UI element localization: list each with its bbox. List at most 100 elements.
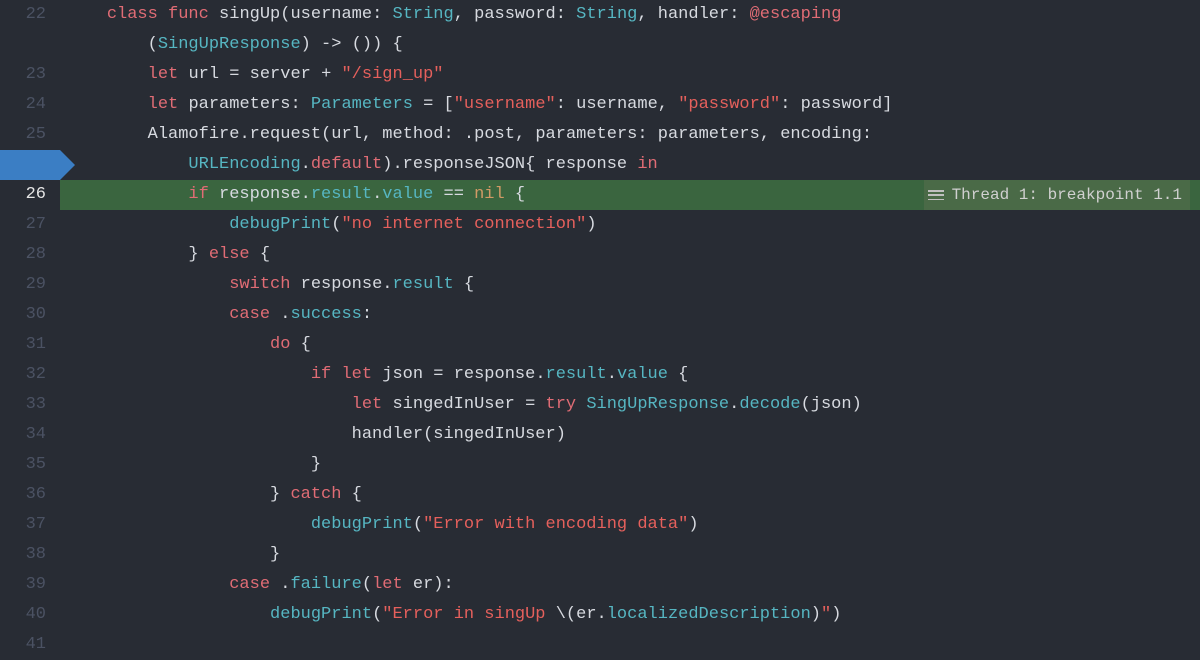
code-line[interactable]: debugPrint("Error with encoding data") [60, 510, 1200, 540]
code-line[interactable]: Alamofire.request(url, method: .post, pa… [60, 120, 1200, 150]
code-line[interactable]: } catch { [60, 480, 1200, 510]
code-token: , [637, 5, 657, 24]
code-token: else [209, 245, 250, 264]
code-line[interactable]: URLEncoding.default).responseJSON{ respo… [60, 150, 1200, 180]
code-line[interactable]: (SingUpResponse) -> ()) { [60, 30, 1200, 60]
code-token [209, 185, 219, 204]
breakpoint-marker[interactable] [0, 150, 60, 180]
code-token: default [311, 155, 382, 174]
line-number[interactable]: 39 [0, 570, 46, 600]
code-token: server [250, 65, 311, 84]
code-token: = [ [413, 95, 454, 114]
code-token: handler [658, 5, 729, 24]
code-token: "username" [454, 95, 556, 114]
line-number-gutter[interactable]: 2223242526272829303132333435363738394041 [0, 0, 60, 629]
line-number[interactable]: 26 [0, 180, 46, 210]
line-number[interactable]: 33 [0, 390, 46, 420]
line-number[interactable]: 36 [0, 480, 46, 510]
line-number[interactable]: 38 [0, 540, 46, 570]
code-line[interactable]: debugPrint("Error in singUp \(er.localiz… [60, 600, 1200, 630]
code-token: ) [586, 215, 596, 234]
line-number[interactable]: 28 [0, 240, 46, 270]
line-number[interactable]: 34 [0, 420, 46, 450]
code-line[interactable]: if let json = response.result.value { [60, 360, 1200, 390]
code-line[interactable]: do { [60, 330, 1200, 360]
code-token: { [454, 275, 474, 294]
code-token: Alamofire [148, 125, 240, 144]
code-token: ) [811, 605, 821, 624]
line-number[interactable]: 31 [0, 330, 46, 360]
code-token: . [301, 185, 311, 204]
code-token: SingUpResponse [586, 395, 729, 414]
code-token: . [597, 605, 607, 624]
code-token: ] [882, 95, 892, 114]
code-line[interactable]: debugPrint("no internet connection") [60, 210, 1200, 240]
code-token: failure [290, 575, 361, 594]
code-token: @escaping [750, 5, 842, 24]
code-line[interactable] [60, 630, 1200, 660]
line-number[interactable]: 29 [0, 270, 46, 300]
code-token: ( [331, 215, 341, 234]
code-line[interactable]: class func singUp(username: String, pass… [60, 0, 1200, 30]
code-line[interactable]: } [60, 540, 1200, 570]
code-token: url [331, 125, 362, 144]
code-line[interactable]: switch response.result { [60, 270, 1200, 300]
code-token [66, 305, 229, 324]
code-token: handler [352, 425, 423, 444]
code-line[interactable]: if response.result.value == nil {Thread … [60, 180, 1200, 210]
code-token [66, 215, 229, 234]
line-number[interactable]: 40 [0, 600, 46, 630]
code-token [66, 575, 229, 594]
code-line[interactable]: let singedInUser = try SingUpResponse.de… [60, 390, 1200, 420]
code-token: . [729, 395, 739, 414]
code-token [382, 395, 392, 414]
code-token: localizedDescription [607, 605, 811, 624]
code-token [66, 95, 148, 114]
code-line[interactable]: handler(singedInUser) [60, 420, 1200, 450]
line-number[interactable]: 23 [0, 60, 46, 90]
line-number[interactable]: 22 [0, 0, 46, 30]
line-number[interactable]: 32 [0, 360, 46, 390]
line-number[interactable]: 41 [0, 630, 46, 660]
code-token: response [301, 275, 383, 294]
code-token: . [607, 365, 617, 384]
line-number[interactable]: 30 [0, 300, 46, 330]
code-token: class [107, 5, 158, 24]
line-number[interactable]: 35 [0, 450, 46, 480]
code-token: . [372, 185, 382, 204]
code-line[interactable]: } else { [60, 240, 1200, 270]
code-area[interactable]: class func singUp(username: String, pass… [60, 0, 1200, 629]
code-token: catch [290, 485, 341, 504]
thread-label: Thread 1: breakpoint 1.1 [952, 180, 1182, 210]
code-token: . [535, 365, 545, 384]
code-line[interactable]: case .failure(let er): [60, 570, 1200, 600]
code-line[interactable]: } [60, 450, 1200, 480]
code-token: . [270, 305, 290, 324]
code-token [627, 155, 637, 174]
code-line[interactable]: let parameters: Parameters = ["username"… [60, 90, 1200, 120]
code-token: , [658, 95, 678, 114]
code-token: ( [372, 605, 382, 624]
code-token [158, 5, 168, 24]
code-token: parameters [535, 125, 637, 144]
code-token: let [352, 395, 383, 414]
code-token: let [372, 575, 403, 594]
code-token: : [290, 95, 310, 114]
code-token: , [760, 125, 780, 144]
code-token: request [250, 125, 321, 144]
code-token: ) [852, 395, 862, 414]
code-line[interactable]: case .success: [60, 300, 1200, 330]
line-number[interactable]: 27 [0, 210, 46, 240]
code-token [178, 95, 188, 114]
line-number[interactable]: 24 [0, 90, 46, 120]
code-token: ( [423, 425, 433, 444]
line-number[interactable]: 25 [0, 120, 46, 150]
code-token: result [392, 275, 453, 294]
line-number[interactable]: 37 [0, 510, 46, 540]
code-token [178, 65, 188, 84]
code-line[interactable]: let url = server + "/sign_up" [60, 60, 1200, 90]
code-token: \( [556, 605, 576, 624]
code-token: let [148, 95, 179, 114]
code-token: ). [382, 155, 402, 174]
thread-breakpoint-badge[interactable]: Thread 1: breakpoint 1.1 [924, 180, 1190, 210]
